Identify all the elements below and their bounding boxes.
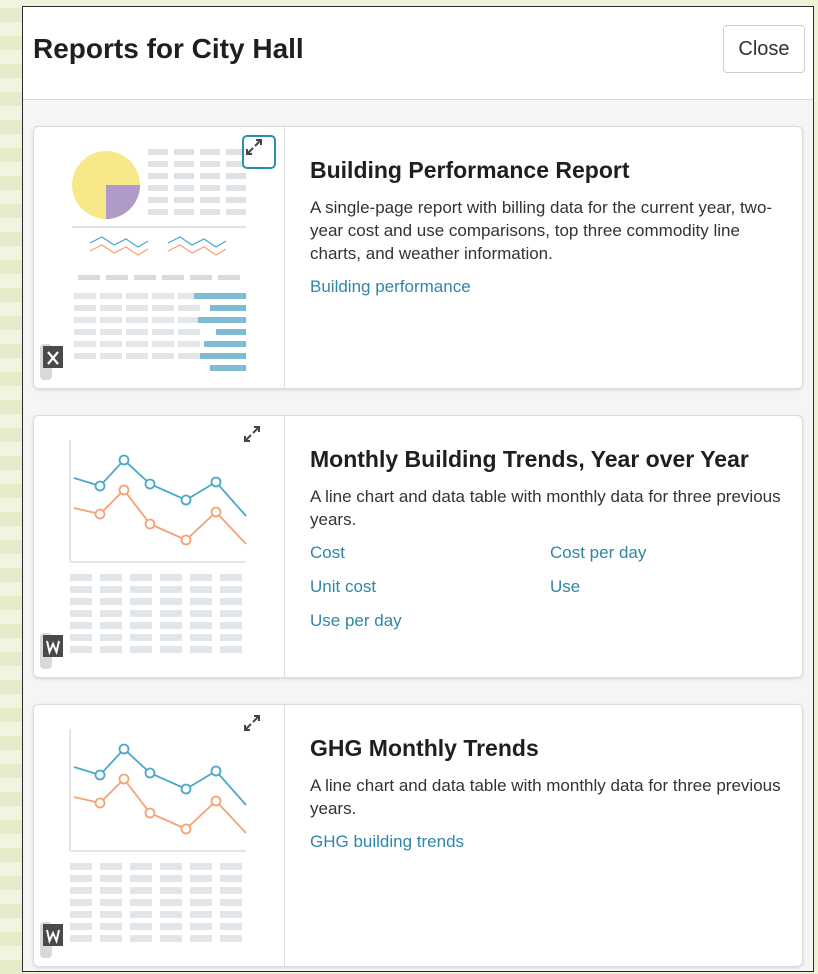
report-info: Building Performance Report A single-pag… (310, 157, 788, 297)
link-use[interactable]: Use (550, 577, 790, 597)
word-icon[interactable] (40, 633, 66, 659)
download-options (40, 344, 63, 380)
link-building-performance[interactable]: Building performance (310, 277, 550, 297)
report-title: Building Performance Report (310, 157, 630, 183)
report-title: GHG Monthly Trends (310, 735, 539, 761)
reports-dialog: Reports for City Hall Close Building Per… (22, 6, 814, 972)
report-card-ghg-monthly-trends: GHG Monthly Trends A line chart and data… (33, 704, 803, 967)
page-background (0, 0, 24, 974)
close-button[interactable]: Close (723, 25, 805, 73)
expand-icon (244, 426, 260, 442)
dialog-title: Reports for City Hall (33, 33, 304, 64)
expand-icon (246, 139, 262, 155)
report-description: A line chart and data table with monthly… (310, 487, 781, 529)
link-ghg-building-trends[interactable]: GHG building trends (310, 832, 550, 852)
expand-preview-button[interactable] (242, 424, 276, 458)
excel-icon[interactable] (40, 344, 66, 370)
report-thumbnail (34, 705, 285, 966)
report-links: GHG building trends (310, 832, 788, 852)
report-card-building-performance: Building Performance Report A single-pag… (33, 126, 803, 389)
report-card-monthly-building-trends: Monthly Building Trends, Year over Year … (33, 415, 803, 678)
link-cost[interactable]: Cost (310, 543, 550, 563)
download-options (40, 922, 63, 958)
report-thumbnail (34, 416, 285, 677)
link-use-per-day[interactable]: Use per day (310, 611, 550, 631)
report-info: GHG Monthly Trends A line chart and data… (310, 735, 788, 852)
link-unit-cost[interactable]: Unit cost (310, 577, 550, 597)
report-thumbnail (34, 127, 285, 388)
word-icon[interactable] (40, 922, 66, 948)
report-info: Monthly Building Trends, Year over Year … (310, 446, 788, 631)
dialog-header: Reports for City Hall Close (23, 7, 813, 100)
report-description: A single-page report with billing data f… (310, 198, 773, 263)
report-links: Building performance (310, 277, 788, 297)
report-links: Cost Cost per day Unit cost Use Use per … (310, 543, 788, 631)
expand-preview-button[interactable] (242, 713, 276, 747)
expand-icon (244, 715, 260, 731)
report-title: Monthly Building Trends, Year over Year (310, 446, 749, 472)
report-description: A line chart and data table with monthly… (310, 776, 781, 818)
expand-preview-button[interactable] (242, 135, 276, 169)
download-options (40, 633, 63, 669)
link-cost-per-day[interactable]: Cost per day (550, 543, 790, 563)
